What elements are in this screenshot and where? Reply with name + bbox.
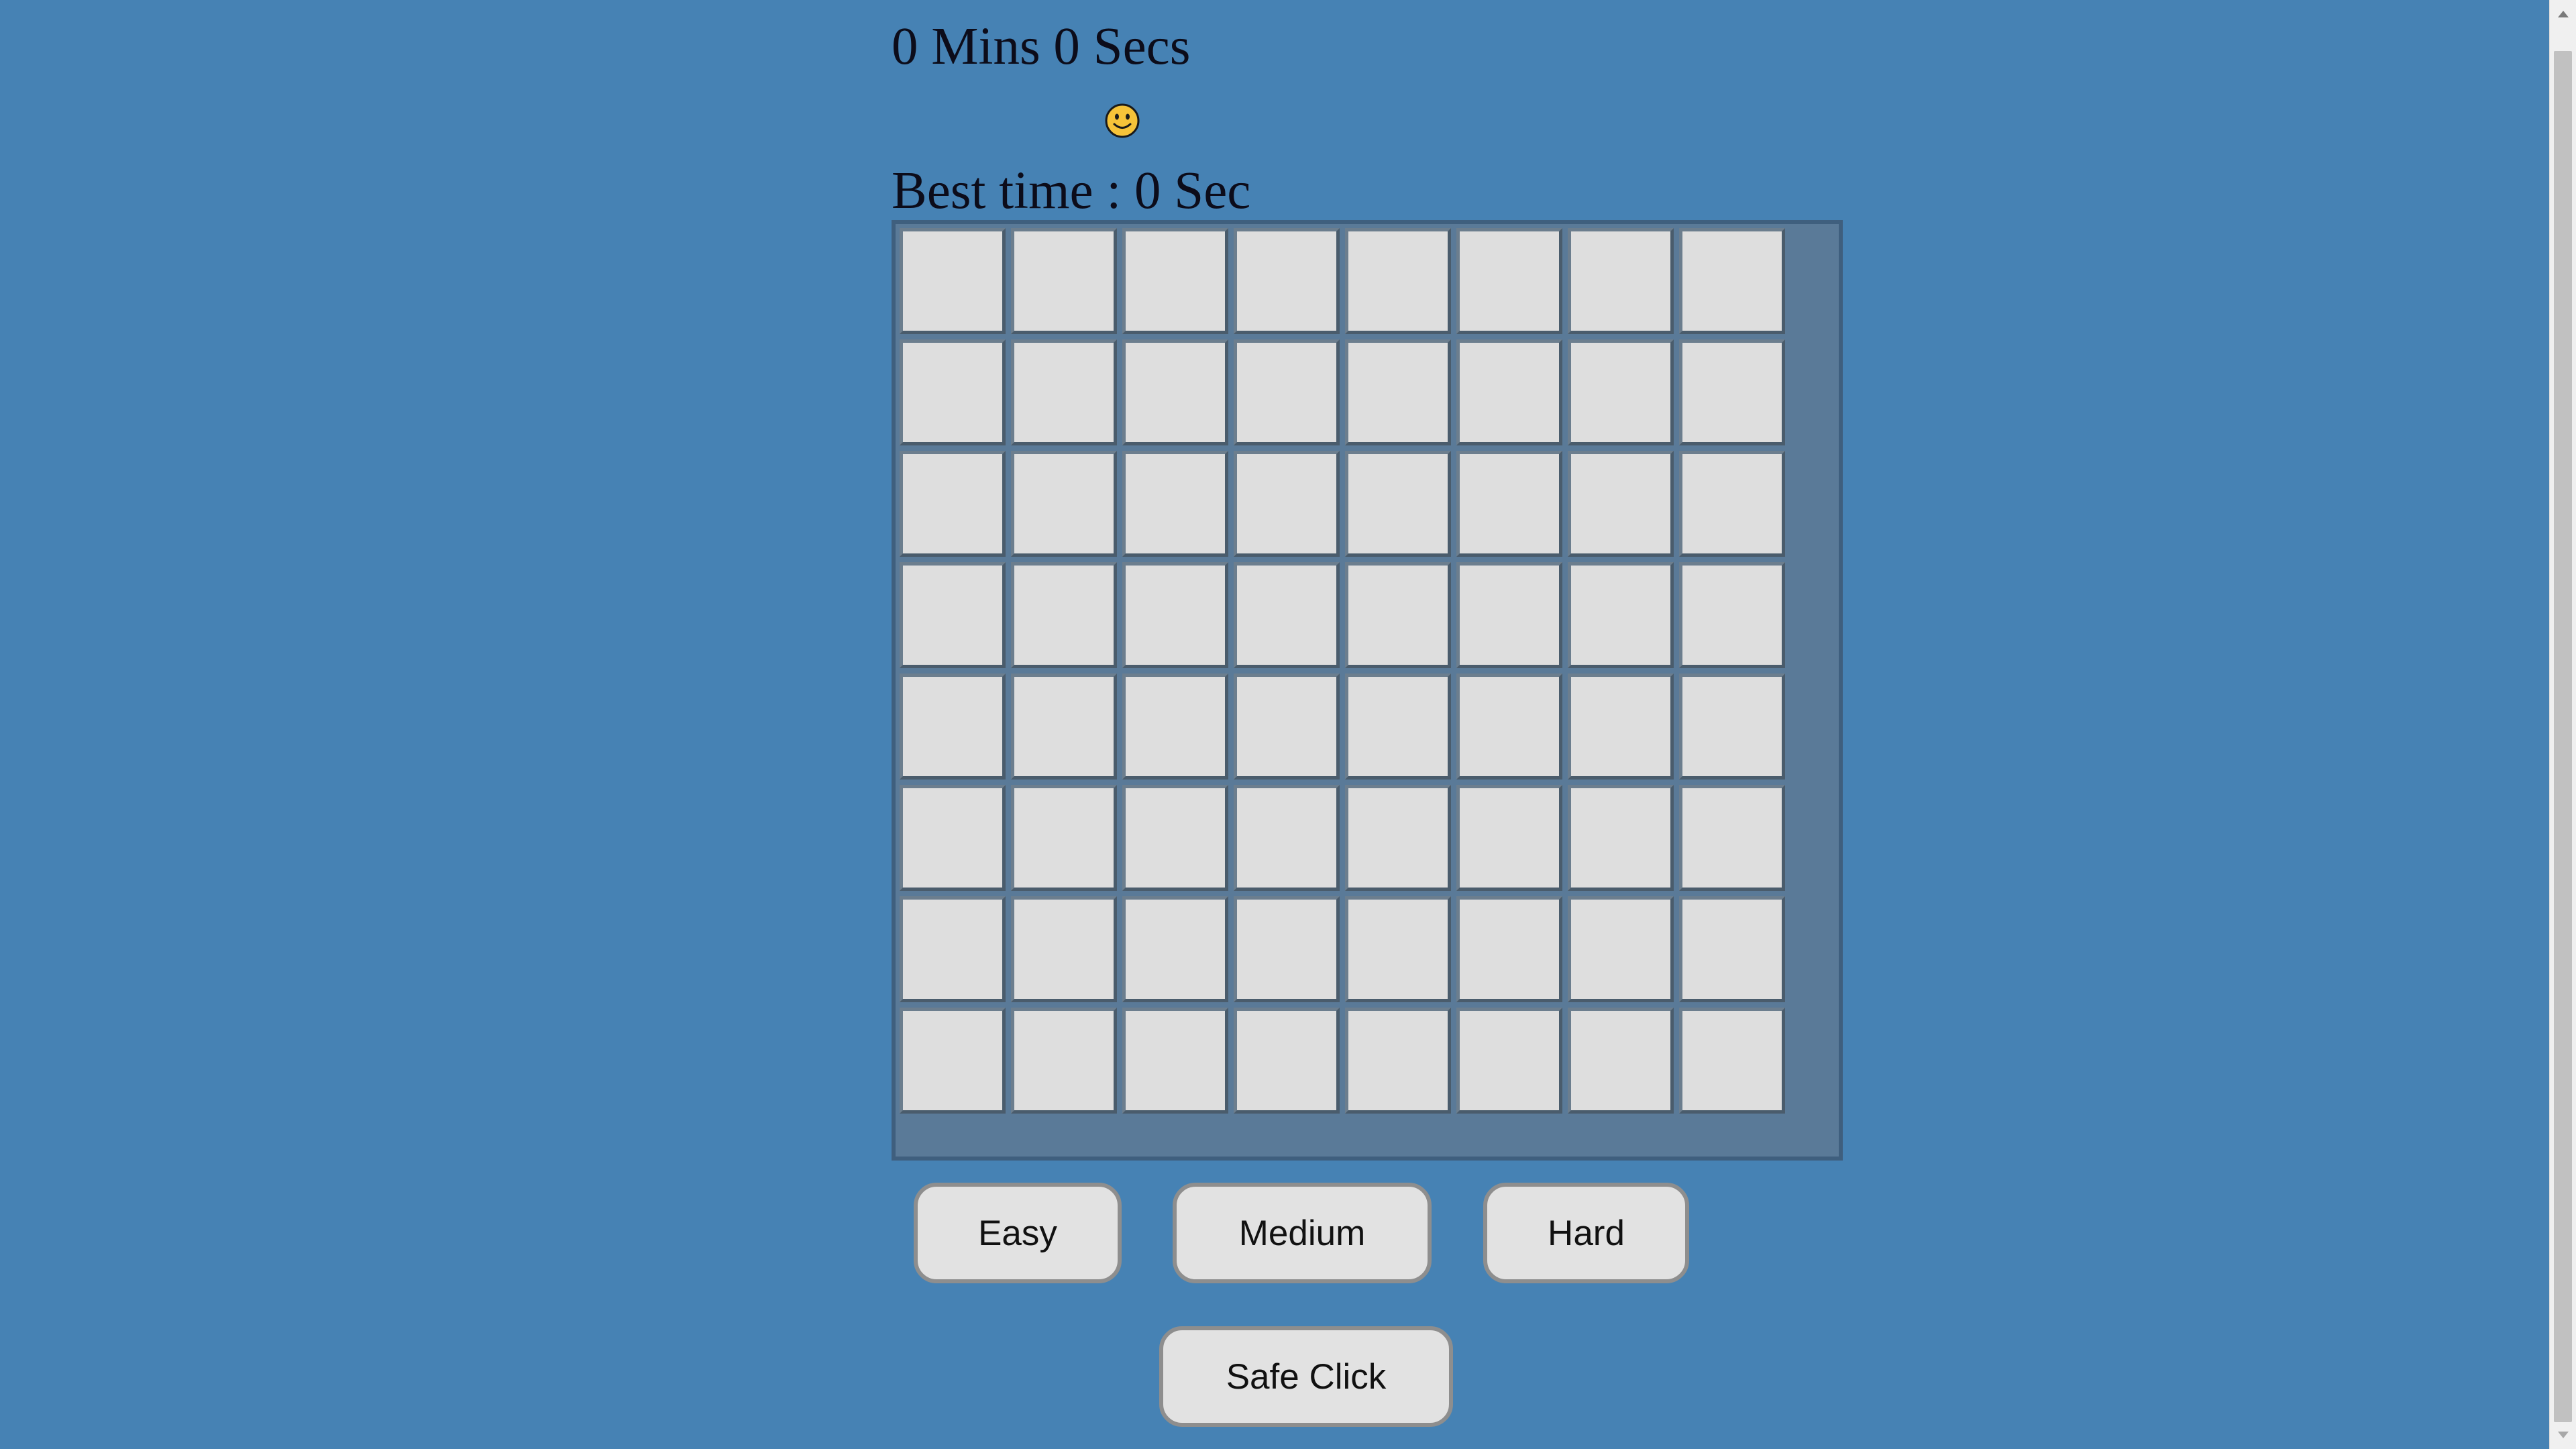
board-row (900, 339, 1785, 445)
board-row (900, 1008, 1785, 1114)
board-cell[interactable] (900, 562, 1006, 668)
board-cell[interactable] (1011, 339, 1117, 445)
board-cell[interactable] (1568, 785, 1674, 891)
board-cell[interactable] (1234, 228, 1340, 334)
board-cell[interactable] (900, 896, 1006, 1002)
safe-click-button[interactable]: Safe Click (1159, 1326, 1453, 1427)
board-cell[interactable] (1679, 674, 1785, 780)
board-cell[interactable] (1679, 896, 1785, 1002)
board-cell[interactable] (1568, 339, 1674, 445)
medium-button[interactable]: Medium (1173, 1183, 1432, 1283)
board-cell[interactable] (1122, 896, 1228, 1002)
scroll-down-arrow-icon[interactable] (2550, 1422, 2576, 1449)
board-cell[interactable] (900, 451, 1006, 557)
board-cell[interactable] (1122, 451, 1228, 557)
board-cell[interactable] (1679, 451, 1785, 557)
board-cell[interactable] (1011, 451, 1117, 557)
scrollbar-thumb[interactable] (2554, 51, 2572, 1422)
board-cell[interactable] (1456, 339, 1562, 445)
mine-board (892, 220, 1843, 1161)
board-cell[interactable] (1679, 339, 1785, 445)
board-cell[interactable] (1568, 1008, 1674, 1114)
board-row (900, 785, 1785, 891)
board-cell[interactable] (1345, 1008, 1451, 1114)
board-cell[interactable] (1456, 674, 1562, 780)
board-cell[interactable] (900, 228, 1006, 334)
board-cell[interactable] (1345, 451, 1451, 557)
board-cell[interactable] (1568, 562, 1674, 668)
board-cell[interactable] (1456, 451, 1562, 557)
board-cell[interactable] (1345, 228, 1451, 334)
hard-button[interactable]: Hard (1483, 1183, 1689, 1283)
board-cell[interactable] (900, 785, 1006, 891)
board-cell[interactable] (1122, 674, 1228, 780)
board-cell[interactable] (1456, 1008, 1562, 1114)
board-row (900, 562, 1785, 668)
best-time: Best time : 0 Sec (892, 162, 1251, 220)
board-cell[interactable] (1011, 785, 1117, 891)
board-cell[interactable] (1234, 674, 1340, 780)
board-cell[interactable] (900, 674, 1006, 780)
board-row (900, 451, 1785, 557)
board-cell[interactable] (1234, 451, 1340, 557)
scroll-up-arrow-icon[interactable] (2550, 0, 2576, 27)
board-cell[interactable] (1345, 674, 1451, 780)
board-cell[interactable] (1345, 896, 1451, 1002)
board-row (900, 896, 1785, 1002)
board-cell[interactable] (1234, 785, 1340, 891)
board-cell[interactable] (1122, 228, 1228, 334)
board-cell[interactable] (1456, 228, 1562, 334)
board-cell[interactable] (1011, 896, 1117, 1002)
board-cell[interactable] (1568, 896, 1674, 1002)
board-cell[interactable] (1011, 228, 1117, 334)
board-cell[interactable] (1345, 339, 1451, 445)
board-cell[interactable] (1456, 562, 1562, 668)
board-cell[interactable] (1122, 339, 1228, 445)
easy-button[interactable]: Easy (914, 1183, 1122, 1283)
board-cell[interactable] (1234, 1008, 1340, 1114)
board-cell[interactable] (1568, 451, 1674, 557)
board-cell[interactable] (1122, 1008, 1228, 1114)
minesweeper-page: 0 Mins 0 Secs Best time : 0 Sec Easy Med… (0, 0, 2576, 1449)
board-cell[interactable] (1568, 674, 1674, 780)
board-cell[interactable] (1011, 562, 1117, 668)
board-cell[interactable] (1234, 339, 1340, 445)
board-cell[interactable] (1122, 562, 1228, 668)
mine-grid (894, 223, 1790, 1119)
vertical-scrollbar[interactable] (2549, 0, 2576, 1449)
board-cell[interactable] (1122, 785, 1228, 891)
board-cell[interactable] (1234, 896, 1340, 1002)
board-cell[interactable] (900, 339, 1006, 445)
board-cell[interactable] (1234, 562, 1340, 668)
board-cell[interactable] (1011, 1008, 1117, 1114)
board-cell[interactable] (1456, 896, 1562, 1002)
board-cell[interactable] (1679, 1008, 1785, 1114)
board-cell[interactable] (1011, 674, 1117, 780)
board-cell[interactable] (1679, 228, 1785, 334)
board-cell[interactable] (1679, 562, 1785, 668)
board-cell[interactable] (1679, 785, 1785, 891)
board-row (900, 228, 1785, 334)
board-cell[interactable] (900, 1008, 1006, 1114)
board-cell[interactable] (1456, 785, 1562, 891)
board-row (900, 674, 1785, 780)
board-cell[interactable] (1568, 228, 1674, 334)
board-cell[interactable] (1345, 562, 1451, 668)
smiley-face-icon[interactable] (1104, 103, 1140, 139)
board-cell[interactable] (1345, 785, 1451, 891)
game-timer: 0 Mins 0 Secs (892, 17, 1191, 76)
